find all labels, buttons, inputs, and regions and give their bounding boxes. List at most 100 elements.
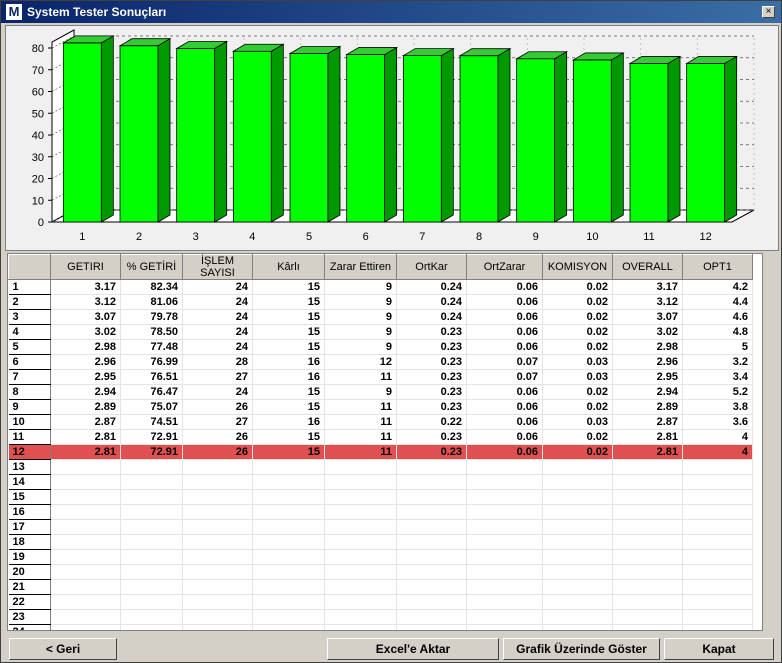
table-cell[interactable] [612,459,683,475]
table-cell[interactable]: 0.02 [542,279,613,295]
row-number[interactable]: 3 [8,309,51,325]
column-header[interactable]: KOMISYON [542,254,613,280]
row-number[interactable]: 23 [8,609,51,625]
table-cell[interactable]: 27 [182,369,253,385]
table-cell[interactable] [182,564,253,580]
table-row[interactable]: 10 2.87 74.51 27 16 11 0.22 0.06 0.03 2.87 3.6 [8,414,753,430]
table-cell[interactable] [50,459,121,475]
table-cell[interactable] [182,504,253,520]
table-cell[interactable] [466,579,543,595]
table-cell[interactable] [182,534,253,550]
table-cell[interactable] [182,549,253,565]
table-cell[interactable] [324,549,397,565]
table-cell[interactable] [612,519,683,535]
table-cell[interactable]: 4.6 [682,309,753,325]
table-cell[interactable]: 3.02 [50,324,121,340]
show-on-chart-button[interactable]: Grafik Üzerinde Göster [503,638,660,660]
table-cell[interactable] [252,579,325,595]
table-cell[interactable] [542,504,613,520]
table-cell[interactable] [612,579,683,595]
table-cell[interactable] [682,459,753,475]
table-cell[interactable] [324,519,397,535]
row-number[interactable]: 20 [8,564,51,580]
table-cell[interactable] [466,519,543,535]
table-cell[interactable] [542,459,613,475]
table-cell[interactable] [542,624,613,630]
table-cell[interactable]: 26 [182,429,253,445]
table-cell[interactable] [182,489,253,505]
table-cell[interactable]: 0.06 [466,339,543,355]
table-cell[interactable]: 3.4 [682,369,753,385]
table-cell[interactable]: 24 [182,279,253,295]
table-cell[interactable]: 16 [252,354,325,370]
table-cell[interactable]: 11 [324,429,397,445]
table-cell[interactable]: 75.07 [120,399,183,415]
close-window-button[interactable]: × [762,6,775,18]
table-cell[interactable]: 0.06 [466,279,543,295]
table-row[interactable]: 8 2.94 76.47 24 15 9 0.23 0.06 0.02 2.94 5.2 [8,384,753,400]
row-number[interactable]: 14 [8,474,51,490]
table-cell[interactable] [50,624,121,630]
table-cell[interactable]: 4 [682,429,753,445]
table-cell[interactable]: 0.23 [396,339,467,355]
table-cell[interactable] [324,534,397,550]
table-cell[interactable] [396,594,467,610]
table-cell[interactable]: 0.02 [542,294,613,310]
table-cell[interactable]: 11 [324,444,397,460]
table-cell[interactable] [252,534,325,550]
row-number[interactable]: 10 [8,414,51,430]
table-cell[interactable] [682,474,753,490]
table-cell[interactable]: 0.06 [466,309,543,325]
table-cell[interactable]: 3.17 [50,279,121,295]
table-cell[interactable]: 0.02 [542,399,613,415]
table-cell[interactable]: 9 [324,294,397,310]
row-number[interactable]: 9 [8,399,51,415]
table-cell[interactable]: 16 [252,414,325,430]
table-cell[interactable]: 0.23 [396,324,467,340]
row-number[interactable]: 2 [8,294,51,310]
row-number[interactable]: 17 [8,519,51,535]
table-row[interactable]: 18 [8,534,753,550]
table-cell[interactable] [252,609,325,625]
table-cell[interactable]: 2.89 [612,399,683,415]
table-cell[interactable]: 76.51 [120,369,183,385]
table-cell[interactable]: 2.94 [612,384,683,400]
table-cell[interactable] [682,519,753,535]
table-cell[interactable] [396,624,467,630]
table-cell[interactable]: 0.02 [542,429,613,445]
table-row[interactable]: 16 [8,504,753,520]
table-cell[interactable]: 5.2 [682,384,753,400]
table-cell[interactable]: 9 [324,339,397,355]
table-cell[interactable] [120,549,183,565]
table-cell[interactable] [612,549,683,565]
table-cell[interactable] [182,474,253,490]
table-cell[interactable] [182,519,253,535]
table-cell[interactable]: 3.12 [50,294,121,310]
table-row[interactable]: 19 [8,549,753,565]
table-cell[interactable]: 2.94 [50,384,121,400]
table-cell[interactable]: 0.23 [396,354,467,370]
row-number[interactable]: 4 [8,324,51,340]
table-cell[interactable] [396,504,467,520]
row-number[interactable]: 7 [8,369,51,385]
table-cell[interactable] [396,474,467,490]
table-cell[interactable] [120,609,183,625]
table-cell[interactable] [466,534,543,550]
table-row[interactable]: 15 [8,489,753,505]
table-cell[interactable] [50,564,121,580]
table-cell[interactable]: 78.50 [120,324,183,340]
row-number[interactable]: 15 [8,489,51,505]
row-number[interactable]: 22 [8,594,51,610]
table-cell[interactable] [252,594,325,610]
table-cell[interactable] [252,459,325,475]
table-cell[interactable]: 15 [252,279,325,295]
table-cell[interactable]: 11 [324,414,397,430]
table-row[interactable]: 11 2.81 72.91 26 15 11 0.23 0.06 0.02 2.81 4 [8,429,753,445]
table-cell[interactable] [466,609,543,625]
table-cell[interactable] [252,504,325,520]
table-cell[interactable] [324,579,397,595]
table-cell[interactable]: 0.06 [466,294,543,310]
table-cell[interactable] [182,609,253,625]
table-cell[interactable]: 26 [182,399,253,415]
table-cell[interactable]: 2.81 [612,429,683,445]
